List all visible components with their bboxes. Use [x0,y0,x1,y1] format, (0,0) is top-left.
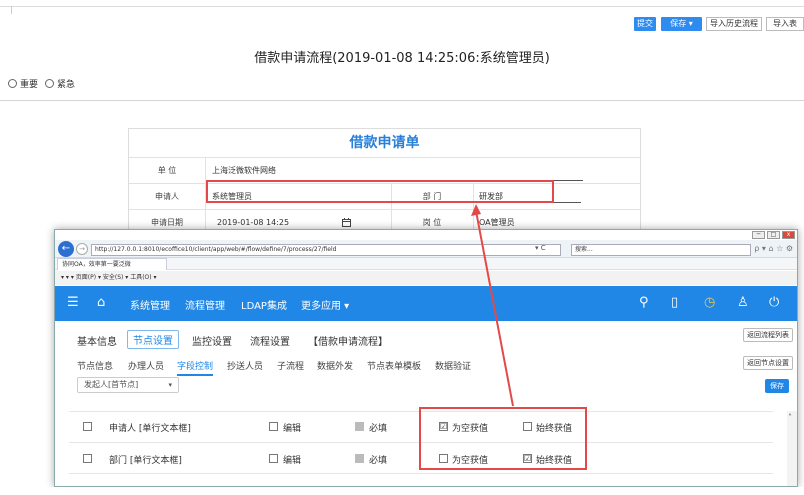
bottom-strip [0,487,804,495]
annotation-arrow [471,204,514,407]
